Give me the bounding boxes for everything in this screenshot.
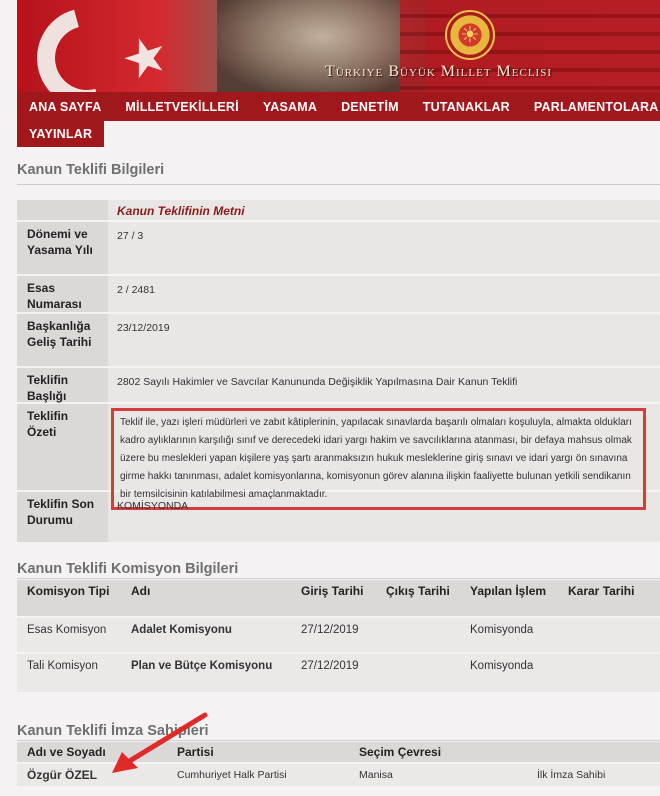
imza-rol: İlk İmza Sahibi (537, 769, 606, 781)
row-value: 23/12/2019 (117, 322, 170, 334)
nav-ana-sayfa[interactable]: ANA SAYFA (17, 100, 113, 114)
row-value: 2802 Sayılı Hakimler ve Savcılar Kanunun… (117, 376, 518, 388)
divider (17, 740, 660, 741)
table-row: Teklifin Özeti Teklif ile, yazı işleri m… (17, 404, 660, 510)
column-header: Adı (131, 584, 151, 598)
main-nav-row2: YAYINLAR (17, 121, 105, 147)
cikis-tarihi (376, 618, 460, 652)
table-row: Esas Numarası 2 / 2481 (17, 276, 660, 314)
main-nav: ANA SAYFA MİLLETVEKİLLERİ YASAMA DENETİM… (17, 92, 660, 121)
row-label: Teklifin Son Durumu (17, 492, 108, 542)
table-header: Komisyon Tipi Adı Giriş Tarihi Çıkış Tar… (17, 580, 660, 616)
komisyon-tipi: Tali Komisyon (27, 660, 98, 672)
giris-tarihi: 27/12/2019 (301, 624, 359, 636)
row-label: Dönemi ve Yasama Yılı (17, 222, 108, 274)
table-row: Özgür ÖZEL Cumhuriyet Halk Partisi Manis… (17, 762, 660, 786)
nav-parlamentolar[interactable]: PARLAMENTOLARA (522, 100, 660, 114)
column-header: Adı ve Soyadı (27, 745, 106, 759)
table-header: Adı ve Soyadı Partisi Seçim Çevresi (17, 742, 660, 762)
table-row: Teklifin Son Durumu KOMİSYONDA (17, 492, 660, 544)
column-header: Komisyon Tipi (27, 584, 110, 598)
row-label: Esas Numarası (17, 276, 108, 312)
karar-tarihi (558, 654, 660, 692)
column-header: Partisi (177, 745, 214, 759)
divider (17, 578, 660, 579)
nav-yasama[interactable]: YASAMA (251, 100, 329, 114)
yapilan-islem: Komisyonda (470, 624, 534, 636)
row-value: KOMİSYONDA (117, 500, 189, 512)
nav-tutanaklar[interactable]: TUTANAKLAR (411, 100, 522, 114)
table-row: Tali Komisyon Plan ve Bütçe Komisyonu 27… (17, 652, 660, 692)
column-header: Seçim Çevresi (359, 745, 442, 759)
table-row: Başkanlığa Geliş Tarihi 23/12/2019 (17, 314, 660, 368)
row-label: Başkanlığa Geliş Tarihi (17, 314, 108, 366)
divider (17, 184, 660, 185)
header-banner: ★ ☀ Türkiye Büyük Millet Meclisi (17, 0, 660, 92)
imza-sahibi-link[interactable]: Özgür ÖZEL (17, 768, 167, 782)
komisyon-table: Komisyon Tipi Adı Giriş Tarihi Çıkış Tar… (17, 580, 660, 692)
imza-table: Adı ve Soyadı Partisi Seçim Çevresi Özgü… (17, 742, 660, 786)
column-header: Yapılan İşlem (470, 584, 547, 598)
teklif-metni-link[interactable]: Kanun Teklifinin Metni (117, 204, 245, 218)
giris-tarihi: 27/12/2019 (301, 660, 359, 672)
nav-yayinlar[interactable]: YAYINLAR (17, 127, 104, 141)
teklif-info-table: Kanun Teklifinin Metni Dönemi ve Yasama … (17, 200, 660, 544)
column-header: Karar Tarihi (568, 584, 635, 598)
komisyon-link[interactable]: Plan ve Bütçe Komisyonu (121, 654, 291, 692)
row-label: Teklifin Özeti (17, 404, 108, 490)
yapilan-islem: Komisyonda (470, 660, 534, 672)
komisyon-link[interactable]: Adalet Komisyonu (121, 618, 291, 652)
nav-denetim[interactable]: DENETİM (329, 100, 411, 114)
secim-cevresi: Manisa (359, 769, 393, 781)
column-header: Giriş Tarihi (301, 584, 364, 598)
table-row: Kanun Teklifinin Metni (17, 200, 660, 222)
table-row: Teklifin Başlığı 2802 Sayılı Hakimler ve… (17, 368, 660, 404)
row-value: 2 / 2481 (117, 284, 155, 296)
komisyon-tipi: Esas Komisyon (27, 624, 107, 636)
column-header: Çıkış Tarihi (386, 584, 450, 598)
tbmm-emblem-icon: ☀ (445, 10, 495, 60)
komisyon-section-title: Kanun Teklifi Komisyon Bilgileri (17, 561, 239, 577)
parti: Cumhuriyet Halk Partisi (177, 769, 287, 781)
imza-section-title: Kanun Teklifi İmza Sahipleri (17, 723, 209, 739)
site-title: Türkiye Büyük Millet Meclisi (325, 63, 552, 80)
teklif-section-title: Kanun Teklifi Bilgileri (17, 162, 165, 178)
row-value: 27 / 3 (117, 230, 144, 242)
table-row: Esas Komisyon Adalet Komisyonu 27/12/201… (17, 616, 660, 652)
row-label: Teklifin Başlığı (17, 368, 108, 403)
karar-tarihi (558, 618, 660, 652)
cikis-tarihi (376, 654, 460, 692)
table-row: Dönemi ve Yasama Yılı 27 / 3 (17, 222, 660, 276)
nav-milletvekilleri[interactable]: MİLLETVEKİLLERİ (113, 100, 250, 114)
